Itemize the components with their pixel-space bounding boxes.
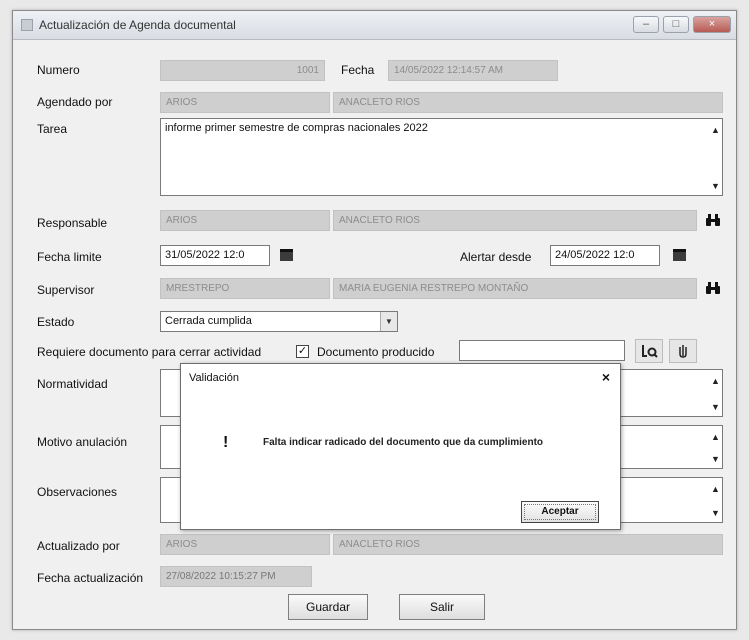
numero-label: Numero bbox=[37, 63, 80, 77]
actualizado-name-field: ANACLETO RIOS bbox=[333, 534, 723, 555]
estado-select[interactable]: Cerrada cumplida ▼ bbox=[160, 311, 398, 332]
doc-producido-input[interactable] bbox=[459, 340, 625, 361]
minimize-button[interactable]: – bbox=[633, 16, 659, 33]
title-bar: Actualización de Agenda documental – □ × bbox=[13, 11, 736, 40]
responsable-user-field: ARIOS bbox=[160, 210, 330, 231]
alertar-label: Alertar desde bbox=[460, 250, 532, 264]
maximize-button[interactable]: □ bbox=[663, 16, 689, 33]
actualizado-label: Actualizado por bbox=[37, 539, 120, 553]
agenda-window: Actualización de Agenda documental – □ ×… bbox=[12, 10, 737, 630]
fecha-label: Fecha bbox=[341, 63, 375, 77]
normatividad-scrollbar[interactable]: ▲ ▼ bbox=[708, 370, 722, 416]
numero-field: 1001 bbox=[160, 60, 325, 81]
app-icon bbox=[21, 19, 33, 31]
close-icon[interactable]: × bbox=[602, 369, 610, 385]
close-button[interactable]: × bbox=[693, 16, 731, 33]
dialog-message: Falta indicar radicado del documento que… bbox=[263, 437, 544, 448]
requiere-checkbox[interactable]: ✓ bbox=[296, 345, 309, 358]
guardar-button[interactable]: Guardar bbox=[288, 594, 368, 620]
normatividad-label: Normatividad bbox=[37, 377, 108, 391]
validation-dialog: Validación × ! Falta indicar radicado de… bbox=[180, 363, 621, 530]
chevron-down-icon[interactable]: ▼ bbox=[380, 312, 397, 331]
salir-button[interactable]: Salir bbox=[399, 594, 485, 620]
calendar-icon[interactable] bbox=[276, 245, 296, 265]
supervisor-label: Supervisor bbox=[37, 283, 95, 297]
responsable-label: Responsable bbox=[37, 216, 108, 230]
agendado-user-field: ARIOS bbox=[160, 92, 330, 113]
alertar-input[interactable]: 24/05/2022 12:0 bbox=[550, 245, 660, 266]
fecha-limite-input[interactable]: 31/05/2022 12:0 bbox=[160, 245, 270, 266]
doc-producido-label: Documento producido bbox=[317, 345, 435, 359]
window-title: Actualización de Agenda documental bbox=[39, 18, 236, 32]
requiere-label: Requiere documento para cerrar actividad bbox=[37, 345, 262, 359]
calendar-icon[interactable] bbox=[669, 245, 689, 265]
fecha-actualizacion-label: Fecha actualización bbox=[37, 571, 144, 585]
motivo-scrollbar[interactable]: ▲ ▼ bbox=[708, 426, 722, 468]
binoculars-icon[interactable] bbox=[703, 278, 723, 298]
observaciones-label: Observaciones bbox=[37, 485, 118, 499]
tarea-text: informe primer semestre de compras nacio… bbox=[165, 122, 428, 134]
fecha-limite-label: Fecha limite bbox=[37, 250, 102, 264]
supervisor-name-field: MARIA EUGENIA RESTREPO MONTAÑO bbox=[333, 278, 697, 299]
aceptar-button[interactable]: Aceptar bbox=[521, 501, 599, 523]
warning-icon: ! bbox=[223, 434, 229, 451]
tarea-textarea[interactable]: informe primer semestre de compras nacio… bbox=[160, 118, 723, 196]
fecha-field: 14/05/2022 12:14:57 AM bbox=[388, 60, 558, 81]
attach-icon[interactable] bbox=[669, 339, 697, 363]
document-search-icon[interactable] bbox=[635, 339, 663, 363]
agendado-name-field: ANACLETO RIOS bbox=[333, 92, 723, 113]
tarea-scrollbar[interactable]: ▲ ▼ bbox=[708, 119, 722, 195]
agendado-label: Agendado por bbox=[37, 95, 113, 109]
responsable-name-field: ANACLETO RIOS bbox=[333, 210, 697, 231]
binoculars-icon[interactable] bbox=[703, 210, 723, 230]
estado-selected-value: Cerrada cumplida bbox=[165, 315, 252, 327]
motivo-label: Motivo anulación bbox=[37, 435, 128, 449]
actualizado-user-field: ARIOS bbox=[160, 534, 330, 555]
fecha-actualizacion-field: 27/08/2022 10:15:27 PM bbox=[160, 566, 312, 587]
estado-label: Estado bbox=[37, 315, 75, 329]
observaciones-scrollbar[interactable]: ▲ ▼ bbox=[708, 478, 722, 522]
tarea-label: Tarea bbox=[37, 122, 68, 136]
dialog-title: Validación bbox=[189, 372, 239, 384]
supervisor-user-field: MRESTREPO bbox=[160, 278, 330, 299]
